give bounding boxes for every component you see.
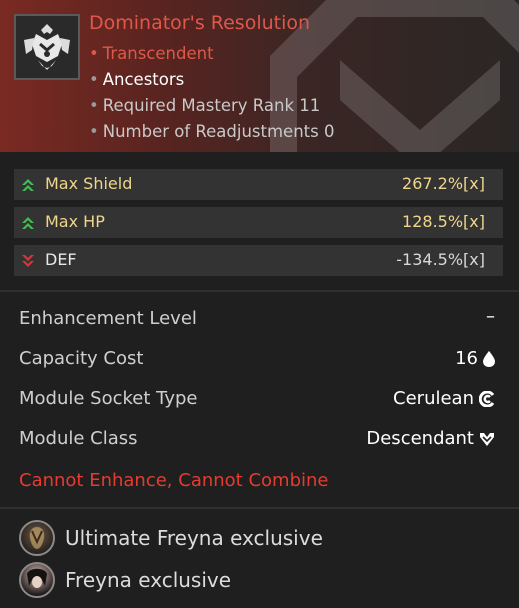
module-tier: • Transcendent: [89, 44, 214, 63]
exclusive-freyna: Freyna exclusive: [19, 562, 231, 598]
module-socket-type-label: Module Socket Type: [19, 388, 198, 409]
double-chevron-down-icon: [22, 255, 34, 267]
stat-row-max-hp: Max HP 128.5%[x]: [14, 207, 503, 238]
stat-label: Max HP: [45, 212, 105, 231]
stat-label: Max Shield: [45, 174, 133, 193]
stat-label: DEF: [45, 250, 77, 269]
stat-value: 267.2%[x]: [402, 174, 485, 193]
stat-value: -134.5%[x]: [396, 250, 485, 269]
double-chevron-up-icon: [22, 179, 34, 191]
module-class-label: Module Class: [19, 428, 138, 449]
freyna-avatar: [19, 562, 55, 598]
stat-row-def: DEF -134.5%[x]: [14, 245, 503, 276]
module-class-value: Descendant: [366, 428, 495, 449]
enhancement-level-value: –: [486, 306, 495, 327]
double-chevron-up-icon: [22, 217, 34, 229]
cannot-enhance-warning: Cannot Enhance, Cannot Combine: [19, 470, 329, 491]
section-divider: [0, 507, 519, 509]
cerulean-socket-icon: [479, 390, 495, 407]
descendant-class-icon: [480, 432, 494, 446]
module-class-tag: • Ancestors: [89, 70, 185, 89]
capacity-cost-label: Capacity Cost: [19, 348, 144, 369]
droplet-icon: [483, 350, 495, 367]
exclusive-ultimate-freyna: Ultimate Freyna exclusive: [19, 520, 323, 556]
module-tooltip: Dominator's Resolution • Transcendent • An…: [0, 0, 519, 608]
exclusive-label: Ultimate Freyna exclusive: [65, 526, 323, 550]
module-icon: [14, 14, 80, 80]
capacity-cost-value: 16: [455, 348, 495, 369]
module-socket-type-value: Cerulean: [393, 388, 495, 409]
required-mastery-rank: • Required Mastery Rank 11: [89, 96, 321, 115]
exclusive-label: Freyna exclusive: [65, 568, 232, 592]
ultimate-freyna-avatar: [19, 520, 55, 556]
readjustment-count: • Number of Readjustments 0: [89, 122, 335, 141]
stat-value: 128.5%[x]: [402, 212, 485, 231]
module-header: Dominator's Resolution • Transcendent • An…: [0, 0, 519, 152]
enhancement-level-label: Enhancement Level: [19, 308, 197, 329]
module-title: Dominator's Resolution: [89, 12, 311, 34]
section-divider: [0, 290, 519, 292]
stat-row-max-shield: Max Shield 267.2%[x]: [14, 169, 503, 200]
